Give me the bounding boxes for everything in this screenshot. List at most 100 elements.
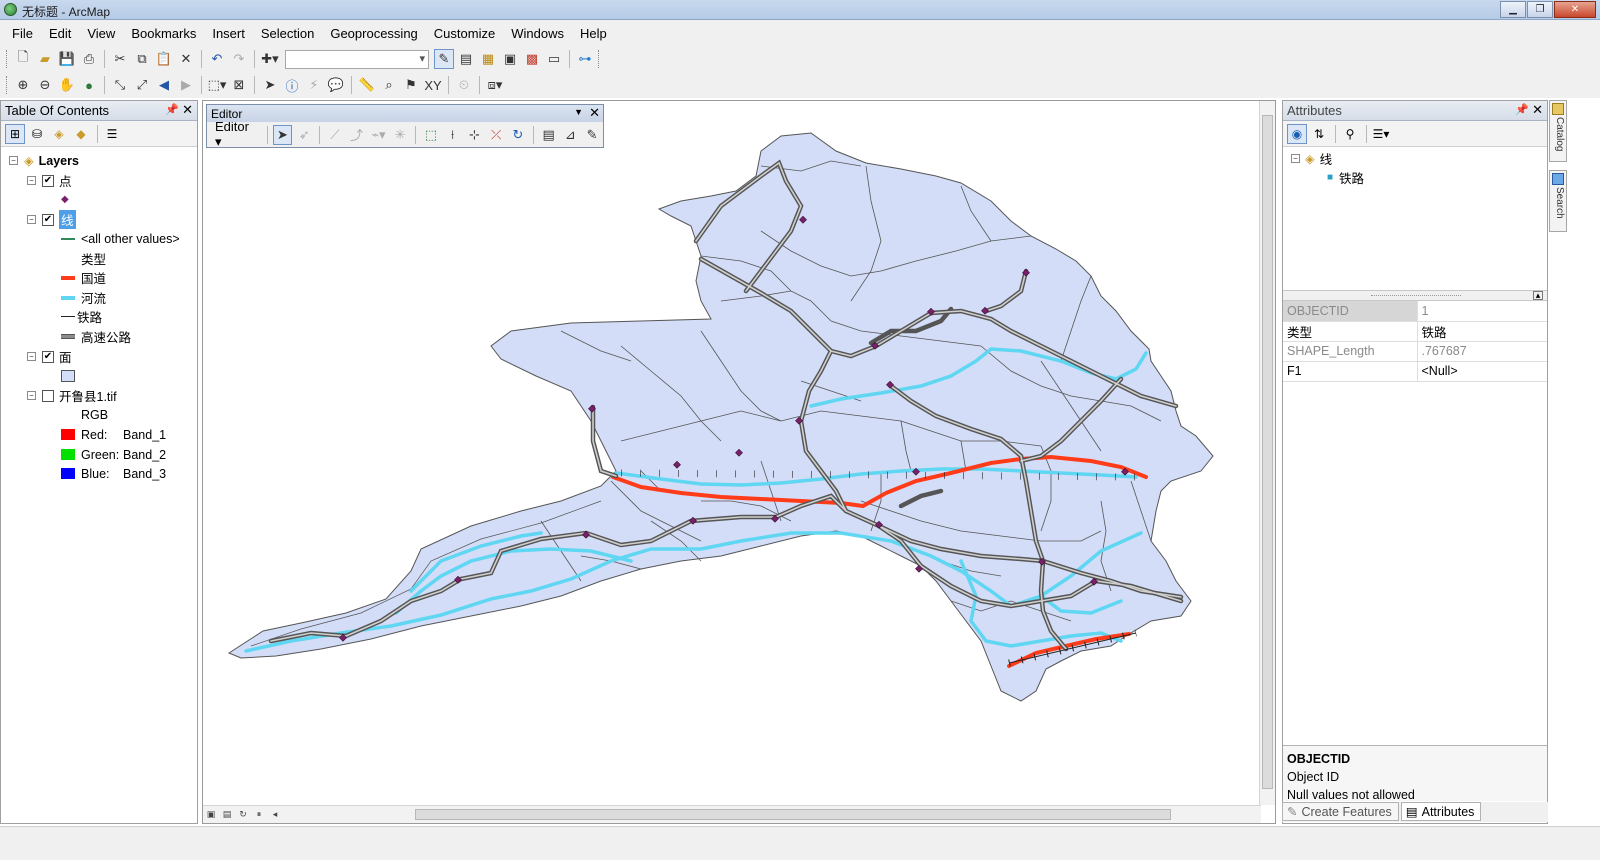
split-tool-icon[interactable]: ⤫ xyxy=(486,125,506,145)
back-extent-icon[interactable]: ◀ xyxy=(154,75,174,95)
layer-visibility-checkbox[interactable]: ✔ xyxy=(42,174,54,187)
select-elements-arrow-icon[interactable]: ➤ xyxy=(260,75,280,95)
auto-hide-pin-icon[interactable]: 📌 xyxy=(1515,103,1529,116)
find-route-icon[interactable]: ⚑ xyxy=(401,75,421,95)
editor-toolbar-title-bar[interactable]: Editor ▼ ✕ xyxy=(207,105,603,122)
cut-icon[interactable]: ✂ xyxy=(110,49,130,69)
point-tool-icon[interactable]: ✳ xyxy=(390,125,410,145)
trace-tool-icon[interactable]: ⌁▾ xyxy=(369,125,389,145)
collapse-icon[interactable]: − xyxy=(9,156,18,165)
create-viewer-window-icon[interactable]: ⧈▾ xyxy=(485,75,505,95)
edit-annotation-tool-icon[interactable]: ➶ xyxy=(294,125,314,145)
tab-create-features[interactable]: ✎ Create Features xyxy=(1282,802,1399,821)
menu-edit[interactable]: Edit xyxy=(41,26,79,41)
minimize-button[interactable]: ▁ xyxy=(1500,1,1526,18)
hyperlink-icon[interactable]: ⚡ xyxy=(304,75,324,95)
full-extent-globe-icon[interactable]: ● xyxy=(79,75,99,95)
close-icon[interactable]: ✕ xyxy=(589,105,600,121)
toolbar-grip[interactable] xyxy=(598,50,601,68)
county-polygon[interactable] xyxy=(227,132,1214,702)
collapse-icon[interactable]: − xyxy=(1291,154,1300,163)
zoom-out-icon[interactable]: ⊖ xyxy=(35,75,55,95)
end-point-arc-icon[interactable]: ⤴ xyxy=(347,125,367,145)
legend-all-other-values[interactable]: <all other values> xyxy=(61,229,180,248)
select-features-icon[interactable]: ⬚▾ xyxy=(207,75,227,95)
copy-icon[interactable]: ⧉ xyxy=(132,49,152,69)
attribute-row[interactable]: 类型 铁路 xyxy=(1283,321,1547,342)
menu-customize[interactable]: Customize xyxy=(426,26,503,41)
menu-bookmarks[interactable]: Bookmarks xyxy=(123,26,204,41)
arctoolbox-icon[interactable]: ▩ xyxy=(522,49,542,69)
scroll-left-icon[interactable]: ◂ xyxy=(267,808,283,822)
zoom-in-icon[interactable]: ⊕ xyxy=(13,75,33,95)
pan-hand-icon[interactable]: ✋ xyxy=(57,75,77,95)
layer-row-polygons[interactable]: − ✔ 面 xyxy=(27,347,72,366)
toolbar-grip[interactable] xyxy=(6,50,9,68)
forward-extent-icon[interactable]: ▶ xyxy=(176,75,196,95)
map-scale-combo[interactable] xyxy=(285,49,429,69)
collapse-icon[interactable]: − xyxy=(27,215,36,224)
tab-attributes[interactable]: ▤ Attributes xyxy=(1400,802,1482,821)
sketch-properties-icon[interactable]: ⊿ xyxy=(561,125,581,145)
show-features-icon[interactable]: ◉ xyxy=(1287,123,1307,144)
list-by-drawing-order-icon[interactable]: ⊞ xyxy=(5,123,25,144)
toggle-description-icon[interactable]: ▴ xyxy=(1533,291,1543,300)
legend-polygon-symbol[interactable] xyxy=(61,366,81,385)
data-view-icon[interactable]: ▣ xyxy=(203,808,219,822)
layer-row-raster[interactable]: − 开鲁县1.tif xyxy=(27,386,117,405)
fixed-zoom-out-icon[interactable]: ⤢ xyxy=(132,75,152,95)
find-binoculars-icon[interactable]: ⌕ xyxy=(379,75,399,95)
model-builder-icon[interactable]: ⊶ xyxy=(575,49,595,69)
print-icon[interactable]: ⎙ xyxy=(79,49,99,69)
map-horizontal-scrollbar[interactable]: ▣ ▤ ↻ ⏸ ◂ xyxy=(203,805,1261,823)
close-icon[interactable]: ✕ xyxy=(1532,102,1543,118)
new-document-icon[interactable]: 🗋 xyxy=(13,49,33,69)
menu-selection[interactable]: Selection xyxy=(253,26,322,41)
maximize-button[interactable]: ❐ xyxy=(1527,1,1553,18)
scroll-thumb[interactable] xyxy=(415,809,1171,820)
undo-icon[interactable]: ↶ xyxy=(207,49,227,69)
open-folder-icon[interactable]: ▰ xyxy=(35,49,55,69)
straight-segment-icon[interactable]: ⟋ xyxy=(325,125,345,145)
toolbar-options-dropdown-icon[interactable]: ▼ xyxy=(574,107,583,117)
rotate-tool-icon[interactable]: ↻ xyxy=(508,125,528,145)
table-of-contents-icon[interactable]: ▤ xyxy=(456,49,476,69)
layer-visibility-checkbox[interactable] xyxy=(42,389,54,402)
layout-view-icon[interactable]: ▤ xyxy=(219,808,235,822)
legend-class-row[interactable]: 高速公路 xyxy=(61,327,131,346)
map-display[interactable]: ▣ ▤ ↻ ⏸ ◂ xyxy=(202,100,1276,824)
map-vertical-scrollbar[interactable] xyxy=(1259,101,1275,805)
html-popup-icon[interactable]: 💬 xyxy=(326,75,346,95)
redo-icon[interactable]: ↷ xyxy=(229,49,249,69)
menu-file[interactable]: File xyxy=(4,26,41,41)
toolbar-grip[interactable] xyxy=(6,76,9,94)
list-by-selection-icon[interactable]: ◆ xyxy=(71,124,91,144)
band-row-blue[interactable]: Blue: Band_3 xyxy=(61,464,166,483)
menu-geoprocessing[interactable]: Geoprocessing xyxy=(322,26,425,41)
collapse-icon[interactable]: − xyxy=(27,352,36,361)
legend-class-row[interactable]: 铁路 xyxy=(61,307,102,326)
feature-layer-row[interactable]: − ◈ 线 xyxy=(1291,149,1332,168)
feature-row[interactable]: ■ 铁路 xyxy=(1327,168,1364,187)
menu-insert[interactable]: Insert xyxy=(204,26,253,41)
tab-catalog[interactable]: Catalog xyxy=(1549,100,1567,162)
close-button[interactable]: ✕ xyxy=(1554,1,1596,18)
attribute-value[interactable]: 铁路 xyxy=(1417,321,1547,342)
sort-icon[interactable]: ⇅ xyxy=(1309,124,1329,144)
catalog-window-icon[interactable]: ▦ xyxy=(478,49,498,69)
scroll-thumb[interactable] xyxy=(1262,115,1273,789)
layer-row-points[interactable]: − ✔ 点 xyxy=(27,171,72,190)
band-row-red[interactable]: Red: Band_1 xyxy=(61,425,166,444)
refresh-icon[interactable]: ↻ xyxy=(235,808,251,822)
cut-polygons-icon[interactable]: ⊹ xyxy=(465,125,485,145)
splitter-grip[interactable] xyxy=(1371,295,1461,297)
band-row-green[interactable]: Green: Band_2 xyxy=(61,445,166,464)
options-dropdown-icon[interactable]: ☰▾ xyxy=(1371,124,1391,144)
collapse-icon[interactable]: − xyxy=(27,391,36,400)
editor-toolbar-icon[interactable]: ✎ xyxy=(434,49,454,69)
edit-tool-arrow-icon[interactable]: ➤ xyxy=(272,124,293,145)
measure-icon[interactable]: 📏 xyxy=(357,75,377,95)
toc-options-icon[interactable]: ☰ xyxy=(102,124,122,144)
paste-icon[interactable]: 📋 xyxy=(154,49,174,69)
auto-hide-pin-icon[interactable]: 📌 xyxy=(165,103,179,116)
